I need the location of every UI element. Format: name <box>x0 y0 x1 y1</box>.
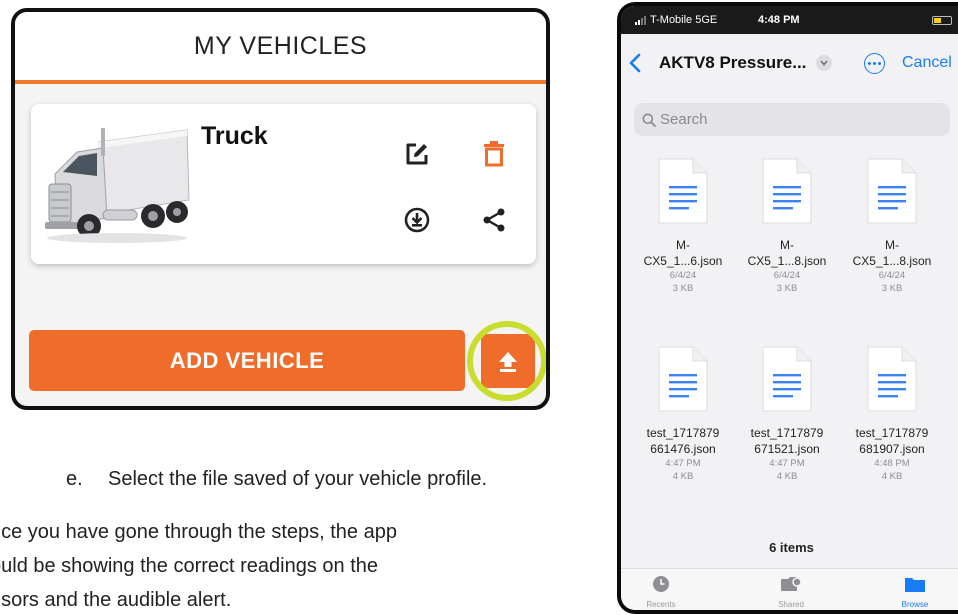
edit-icon <box>406 143 428 165</box>
file-name-line1: M- <box>885 238 899 252</box>
file-name-line1: M- <box>676 238 690 252</box>
file-name-line1: test_1717879 <box>646 426 720 440</box>
file-date: 4:47 PM <box>769 458 805 469</box>
battery-icon <box>932 15 952 25</box>
file-date: 4:48 PM <box>874 458 910 469</box>
file-date: 6/4/24 <box>878 270 906 281</box>
status-bar: T-Mobile 5GE 4:48 PM <box>621 6 958 34</box>
document-icon <box>658 346 708 412</box>
status-time: 4:48 PM <box>758 14 800 26</box>
more-options-icon[interactable] <box>864 53 885 74</box>
search-input[interactable] <box>660 111 940 128</box>
file-date: 4:47 PM <box>665 458 701 469</box>
file-size: 3 KB <box>881 283 903 294</box>
file-name-line2: 681907.json <box>859 442 925 456</box>
document-icon <box>658 158 708 224</box>
clock-icon <box>653 576 669 592</box>
file-size: 4 KB <box>672 471 694 482</box>
file-name-line2: CX5_1...6.json <box>643 254 723 268</box>
tab-browse[interactable]: Browse <box>875 575 955 609</box>
vehicle-name: Truck <box>201 122 268 150</box>
document-icon <box>867 346 917 412</box>
file-size: 3 KB <box>776 283 798 294</box>
document-icon <box>762 346 812 412</box>
step-marker: e. <box>66 468 83 490</box>
chevron-down-icon[interactable] <box>816 55 832 71</box>
file-date: 6/4/24 <box>669 270 697 281</box>
file-item[interactable]: M- CX5_1...8.json 6/4/24 3 KB <box>732 158 842 295</box>
download-vehicle-button[interactable] <box>400 203 434 237</box>
app-header: MY VEHICLES <box>15 12 546 84</box>
tab-label: Shared <box>778 600 804 609</box>
tab-recents[interactable]: Recents <box>621 575 701 609</box>
vehicle-card[interactable]: Truck <box>31 104 536 264</box>
file-date: 6/4/24 <box>773 270 801 281</box>
navigation-bar: AKTV8 Pressure... Cancel <box>621 34 958 92</box>
tab-bar: Recents Shared Browse <box>621 568 958 610</box>
step-text: Select the file saved of your vehicle pr… <box>108 468 488 490</box>
search-field[interactable] <box>634 103 950 136</box>
upload-vehicle-button[interactable] <box>481 334 535 388</box>
document-icon <box>867 158 917 224</box>
truck-image <box>45 128 190 243</box>
file-item[interactable]: test_1717879 671521.json 4:47 PM 4 KB <box>732 346 842 483</box>
file-name-line2: 671521.json <box>754 442 820 456</box>
file-item[interactable]: M- CX5_1...6.json 6/4/24 3 KB <box>628 158 738 295</box>
delete-vehicle-button[interactable] <box>477 137 511 171</box>
file-name-line1: M- <box>780 238 794 252</box>
share-icon <box>483 208 505 232</box>
folder-icon <box>905 578 925 592</box>
tab-shared[interactable]: Shared <box>751 575 831 609</box>
tab-label: Browse <box>901 600 929 609</box>
share-vehicle-button[interactable] <box>477 203 511 237</box>
file-name-line1: test_1717879 <box>855 426 929 440</box>
back-chevron-icon[interactable] <box>629 53 641 73</box>
shared-folder-icon <box>781 577 802 591</box>
cancel-button[interactable]: Cancel <box>902 54 952 72</box>
file-size: 4 KB <box>881 471 903 482</box>
upload-icon <box>499 352 517 372</box>
file-name-line2: CX5_1...8.json <box>852 254 932 268</box>
items-count: 6 items <box>769 540 814 555</box>
document-icon <box>762 158 812 224</box>
paragraph-line: nsors and the audible alert. <box>0 589 232 611</box>
files-picker-screen: T-Mobile 5GE 4:48 PM AKTV8 Pressure... C… <box>617 2 958 614</box>
file-name-line2: CX5_1...8.json <box>747 254 827 268</box>
page-title: MY VEHICLES <box>193 31 368 60</box>
tab-label: Recents <box>646 600 676 609</box>
file-name-line1: test_1717879 <box>750 426 824 440</box>
file-size: 3 KB <box>672 283 694 294</box>
add-vehicle-button[interactable]: ADD VEHICLE <box>29 330 465 391</box>
delete-icon <box>484 141 504 167</box>
download-icon <box>404 207 430 233</box>
edit-vehicle-button[interactable] <box>400 137 434 171</box>
folder-title[interactable]: AKTV8 Pressure... <box>659 53 806 73</box>
signal-icon <box>635 15 646 25</box>
search-icon <box>642 113 656 127</box>
file-size: 4 KB <box>776 471 798 482</box>
my-vehicles-screen: MY VEHICLES Truck ADD VEHICLE <box>11 8 550 410</box>
instruction-step: e. Select the file saved of your vehicle … <box>66 468 487 491</box>
paragraph-line: ould be showing the correct readings on … <box>0 555 379 577</box>
paragraph-line: nce you have gone through the steps, the… <box>0 521 397 543</box>
file-name-line2: 661476.json <box>650 442 716 456</box>
file-item[interactable]: test_1717879 661476.json 4:47 PM 4 KB <box>628 346 738 483</box>
carrier-info: T-Mobile 5GE <box>635 14 717 26</box>
file-item[interactable]: M- CX5_1...8.json 6/4/24 3 KB <box>837 158 947 295</box>
file-item[interactable]: test_1717879 681907.json 4:48 PM 4 KB <box>837 346 947 483</box>
carrier-label: T-Mobile 5GE <box>650 14 718 26</box>
